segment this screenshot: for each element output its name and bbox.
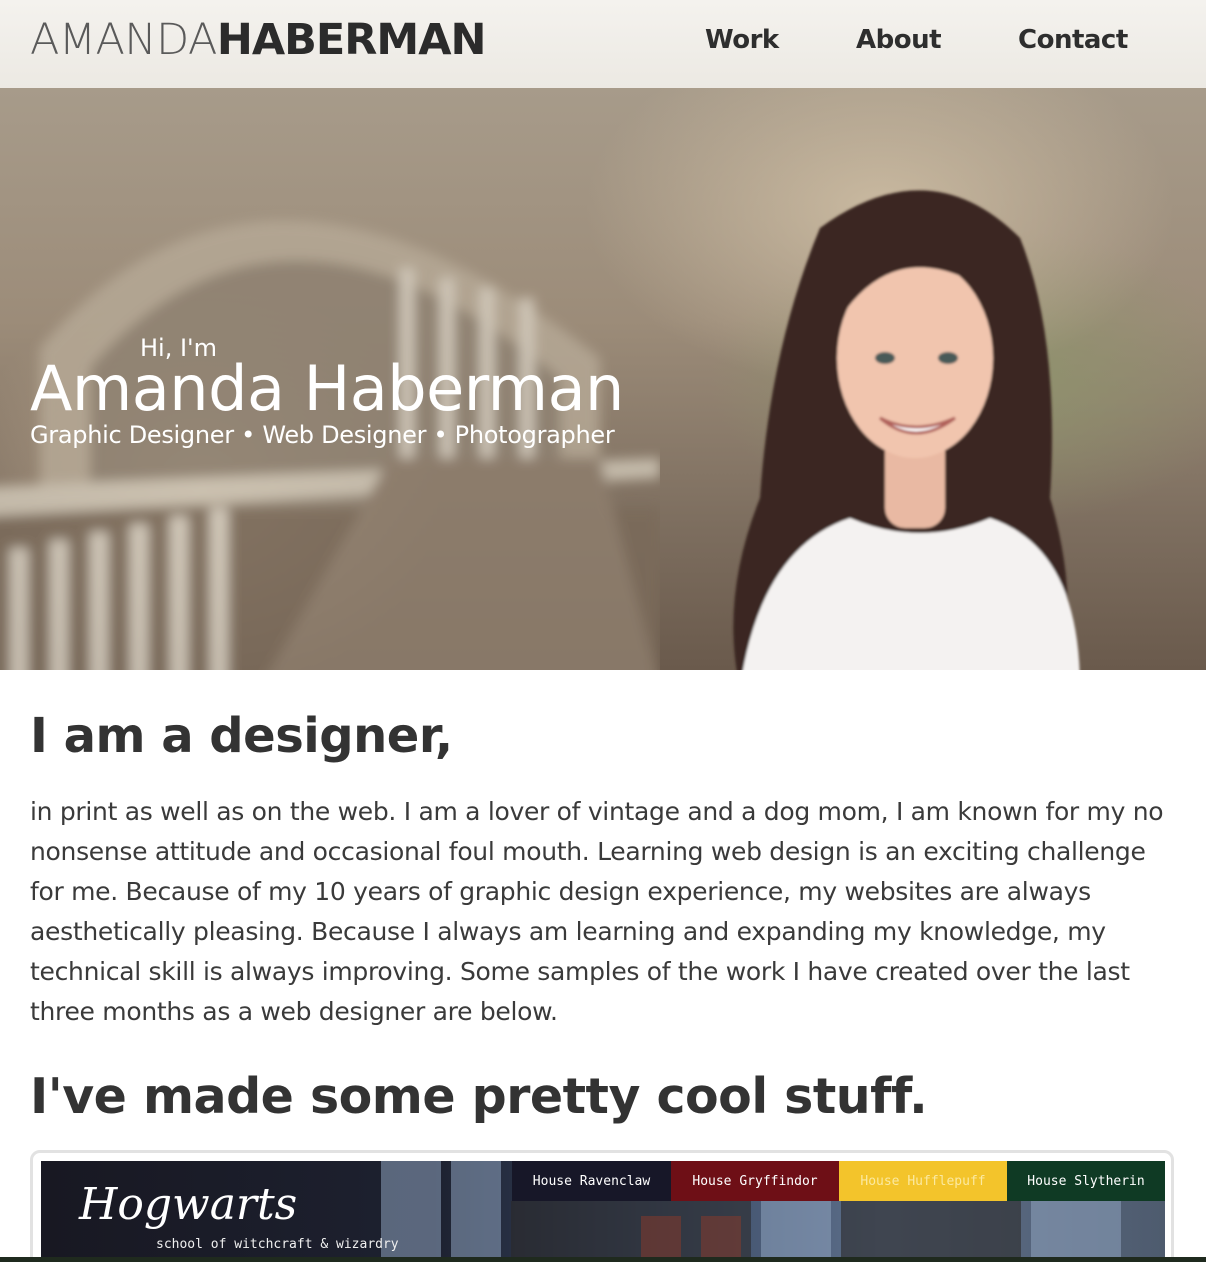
nav-work-link[interactable]: Work bbox=[705, 22, 779, 58]
house-hufflepuff-tab[interactable]: House Hufflepuff bbox=[839, 1161, 1007, 1201]
house-gryffindor-tab[interactable]: House Gryffindor bbox=[671, 1161, 839, 1201]
hogwarts-tagline: school of witchcraft & wizardry bbox=[156, 1237, 399, 1252]
house-ravenclaw-tab[interactable]: House Ravenclaw bbox=[512, 1161, 671, 1201]
page-bottom-edge bbox=[0, 1257, 1206, 1262]
hero-name: Amanda Haberman bbox=[30, 352, 624, 425]
hogwarts-logo: Hogwarts bbox=[79, 1179, 298, 1230]
designer-heading: I am a designer, bbox=[30, 708, 453, 764]
hero-portrait-illustration bbox=[733, 190, 1080, 670]
work-heading: I've made some pretty cool stuff. bbox=[30, 1068, 928, 1125]
hero-subtitle: Graphic Designer • Web Designer • Photog… bbox=[30, 421, 615, 449]
nav-about-link[interactable]: About bbox=[856, 22, 942, 58]
project-card[interactable]: Hogwarts school of witchcraft & wizardry… bbox=[30, 1150, 1174, 1262]
intro-paragraph: in print as well as on the web. I am a l… bbox=[30, 797, 1164, 1026]
project-screenshot[interactable]: Hogwarts school of witchcraft & wizardry… bbox=[41, 1161, 1165, 1262]
main-nav: Work About Contact bbox=[0, 22, 1206, 62]
nav-contact-link[interactable]: Contact bbox=[1018, 22, 1128, 58]
house-slytherin-tab[interactable]: House Slytherin bbox=[1007, 1161, 1165, 1201]
site-header: AMANDA HABERMAN Work About Contact bbox=[0, 0, 1206, 88]
house-nav: House Ravenclaw House Gryffindor House H… bbox=[512, 1161, 1165, 1201]
hero-banner: Hi, I'm Amanda Haberman Graphic Designer… bbox=[0, 88, 1206, 670]
